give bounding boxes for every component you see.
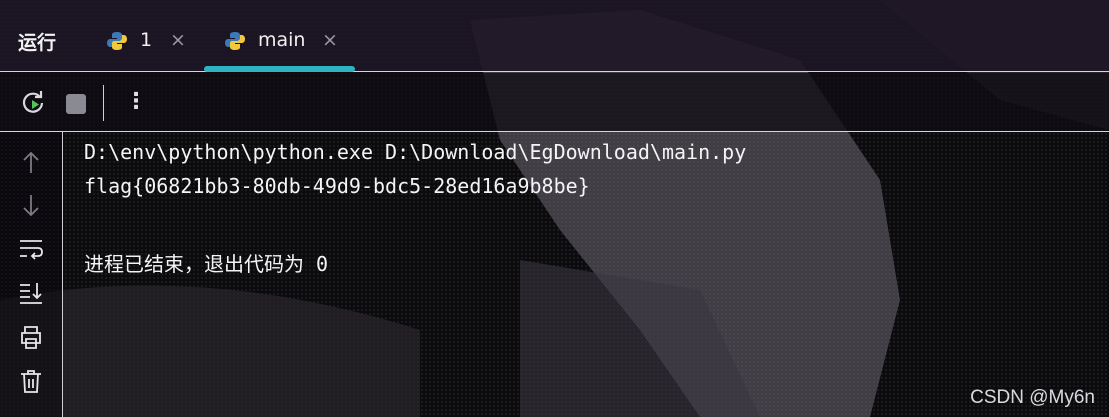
console-side-toolbar — [0, 132, 63, 417]
active-tab-indicator — [204, 66, 355, 72]
arrow-down-icon[interactable] — [18, 192, 44, 218]
scroll-to-end-icon[interactable] — [18, 280, 44, 306]
console-line-exit: 进程已结束，退出代码为 0 — [84, 252, 329, 276]
run-panel-header: 运行 1 × main × — [0, 0, 1109, 72]
close-icon[interactable]: × — [322, 29, 338, 51]
more-options-icon[interactable]: ⋮ — [125, 85, 147, 119]
tab-main[interactable]: main × — [218, 0, 358, 72]
stop-icon[interactable] — [66, 94, 86, 114]
console-output: D:\env\python\python.exe D:\Download\EgD… — [64, 132, 1109, 417]
console-line-command: D:\env\python\python.exe D:\Download\EgD… — [84, 140, 747, 164]
python-icon — [225, 32, 245, 50]
tab-label: 1 — [140, 29, 153, 51]
print-icon[interactable] — [18, 324, 44, 350]
run-panel-title: 运行 — [18, 32, 57, 54]
console-line-output: flag{06821bb3-80db-49d9-bdc5-28ed16a9b8b… — [84, 174, 590, 198]
trash-icon[interactable] — [18, 368, 44, 394]
close-icon[interactable]: × — [170, 29, 186, 51]
watermark: CSDN @My6n — [970, 387, 1095, 408]
python-icon — [107, 32, 127, 50]
tab-label: main — [258, 29, 306, 51]
arrow-up-icon[interactable] — [18, 150, 44, 176]
toolbar-divider — [103, 85, 104, 121]
soft-wrap-icon[interactable] — [18, 236, 44, 262]
tab-1[interactable]: 1 × — [100, 0, 200, 72]
rerun-icon[interactable] — [20, 89, 46, 115]
run-toolbar: ⋮ — [0, 73, 1109, 132]
